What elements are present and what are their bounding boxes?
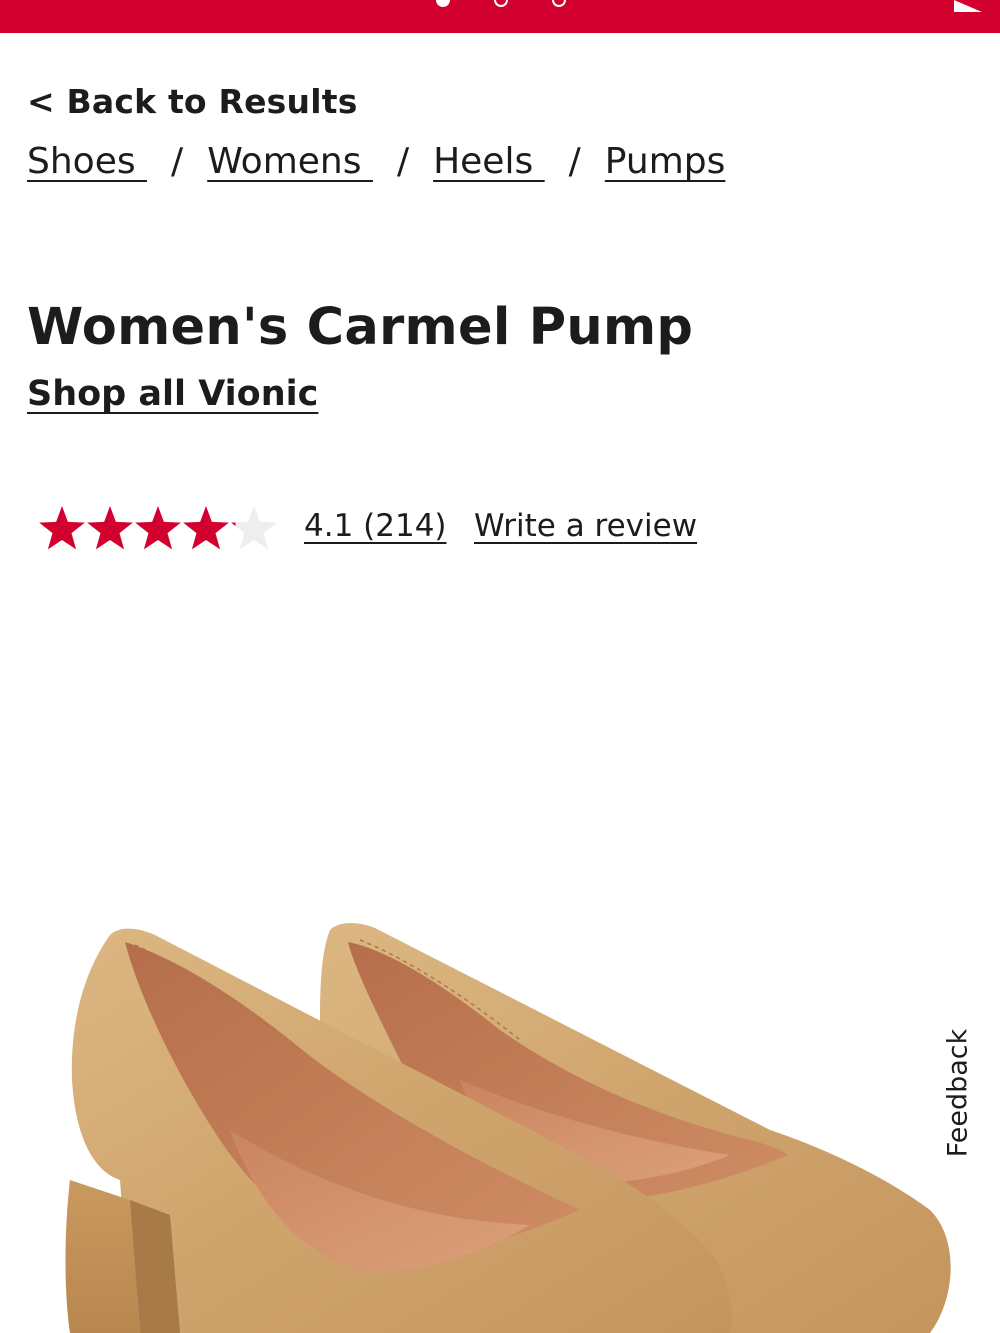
star-icon — [39, 506, 85, 550]
promo-banner — [0, 0, 1000, 33]
back-to-results-link[interactable]: < Back to Results — [27, 82, 358, 121]
star-icon — [231, 506, 277, 550]
star-icon — [87, 506, 133, 550]
breadcrumb: Shoes / Womens / Heels / Pumps — [27, 141, 725, 182]
rating-summary-link[interactable]: 4.1 (214) — [304, 508, 447, 544]
carousel-dot-1[interactable] — [436, 0, 450, 7]
breadcrumb-womens[interactable]: Womens — [207, 141, 373, 182]
play-arrow-icon[interactable] — [954, 0, 982, 12]
carousel-dot-3[interactable] — [552, 0, 566, 7]
breadcrumb-separator: / — [568, 141, 581, 182]
product-page: < Back to Results Shoes / Womens / Heels… — [0, 0, 1000, 1333]
star-icon — [183, 506, 229, 550]
write-review-link[interactable]: Write a review — [474, 508, 697, 544]
feedback-tab[interactable]: Feedback — [938, 1018, 978, 1168]
star-icon — [135, 506, 181, 550]
shop-brand-link[interactable]: Shop all Vionic — [27, 374, 318, 414]
product-title: Women's Carmel Pump — [27, 298, 694, 357]
carousel-dot-2[interactable] — [494, 0, 508, 7]
breadcrumb-pumps[interactable]: Pumps — [605, 141, 726, 182]
star-rating[interactable] — [38, 504, 278, 556]
breadcrumb-heels[interactable]: Heels — [433, 141, 545, 182]
feedback-label: Feedback — [942, 1028, 974, 1158]
breadcrumb-separator: / — [171, 141, 184, 182]
carousel-dots — [436, 0, 566, 8]
breadcrumb-shoes[interactable]: Shoes — [27, 141, 147, 182]
breadcrumb-separator: / — [396, 141, 410, 182]
tan-leather-pumps-image[interactable] — [30, 880, 970, 1333]
